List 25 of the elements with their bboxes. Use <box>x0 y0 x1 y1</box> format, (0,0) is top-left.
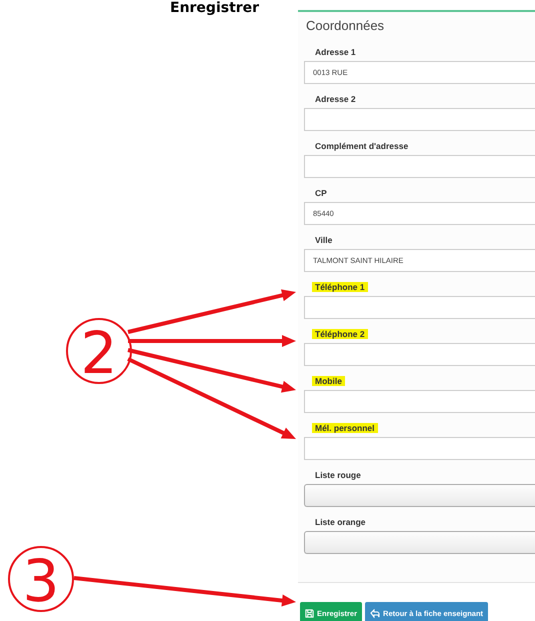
field-label: Téléphone 2 <box>312 329 368 339</box>
field-label: Liste orange <box>314 517 367 527</box>
input-field[interactable] <box>304 343 535 366</box>
input-field[interactable] <box>304 390 535 413</box>
input-field[interactable] <box>304 155 535 178</box>
input-field[interactable] <box>304 108 535 131</box>
input-field[interactable] <box>304 296 535 319</box>
input-field[interactable] <box>304 437 535 460</box>
save-icon <box>305 608 314 618</box>
panel-title: Coordonnées <box>305 17 386 35</box>
field-label: Liste rouge <box>314 470 362 480</box>
select-field[interactable] <box>304 484 535 507</box>
field-label: Adresse 1 <box>314 47 357 57</box>
field-label: Ville <box>314 235 334 245</box>
circled-number: 2 <box>66 318 132 384</box>
field-label: CP <box>314 188 328 198</box>
circled-number: 3 <box>8 546 74 612</box>
field-label: Téléphone 1 <box>312 282 368 292</box>
field-label: Mobile <box>312 376 345 386</box>
field-label: Complément d'adresse <box>314 141 410 151</box>
field-label: Adresse 2 <box>314 94 357 104</box>
undo-icon <box>370 608 380 618</box>
field-label: Mél. personnel <box>312 423 378 433</box>
select-field[interactable] <box>304 531 535 554</box>
heading-text: Enregistrer <box>169 0 260 17</box>
